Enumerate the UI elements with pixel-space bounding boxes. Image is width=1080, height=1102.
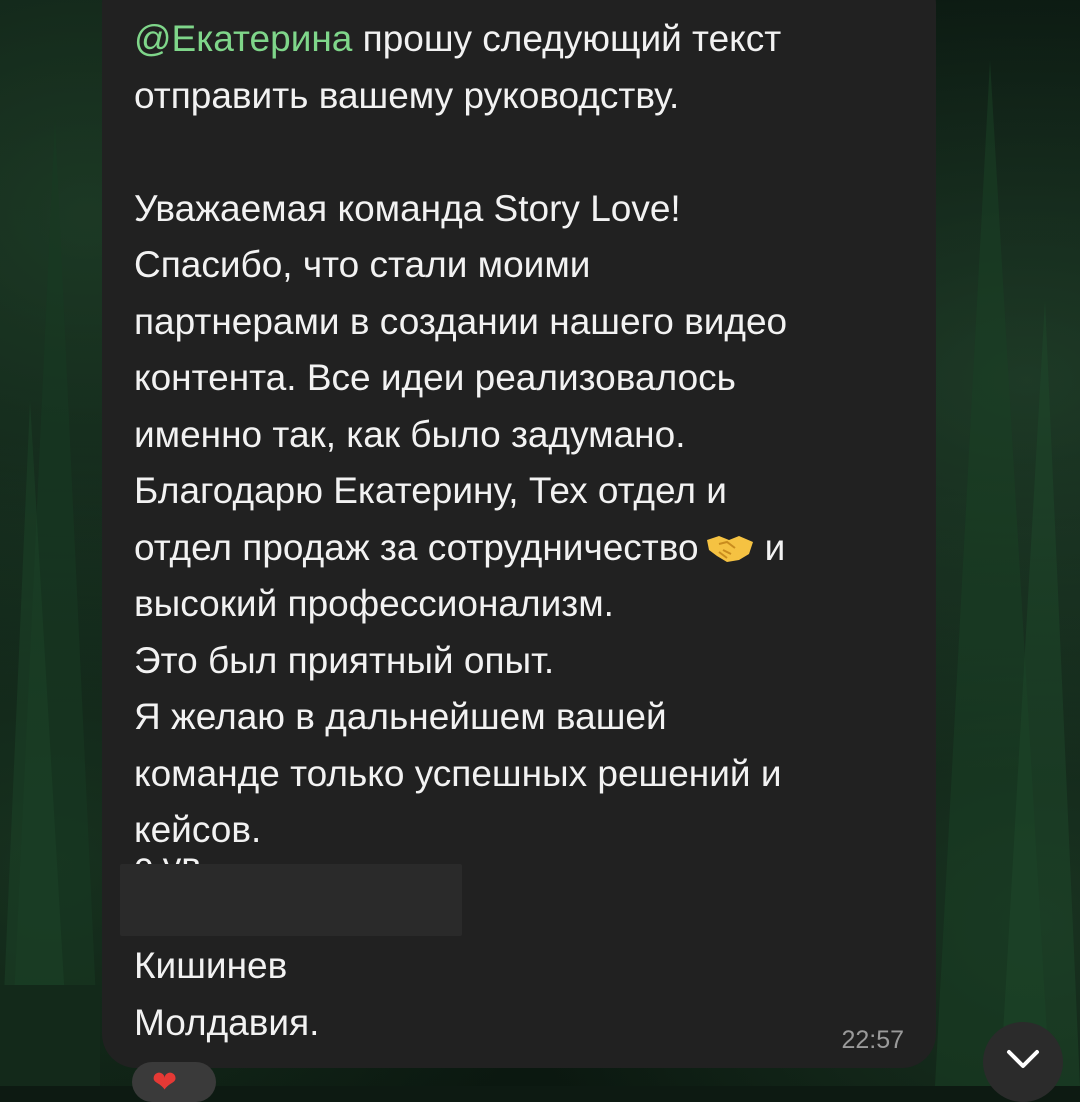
message-line: прошу следующий текст	[352, 18, 782, 59]
forest-trees-right	[935, 60, 1080, 1086]
signoff-text: с ув.	[134, 838, 211, 864]
forest-trees-left	[0, 120, 100, 1086]
message-line: Я желаю в дальнейшем вашей	[134, 696, 667, 737]
message-line: Уважаемая команда Story Love!	[134, 187, 681, 229]
message-line: команде только успешных решений и	[134, 752, 782, 794]
message-line: контента. Все идеи реализовалось	[134, 357, 736, 398]
background-panel	[0, 985, 100, 1086]
message-text: @Екатерина прошу следующий текст отправит…	[134, 11, 924, 859]
mention-link[interactable]: @Екатерина	[134, 18, 352, 59]
message-line: отдел продаж за сотрудничество	[134, 526, 699, 568]
message-line: Благодарю Екатерину, Тех отдел и	[134, 470, 727, 511]
chevron-down-icon	[1007, 1050, 1039, 1068]
message-line: кейсов.	[134, 809, 262, 850]
message-line: высокий профессионализм.	[134, 583, 614, 624]
message-line: Это был приятный опыт.	[134, 639, 555, 681]
heart-icon: ❤	[152, 1066, 178, 1099]
message-line: Спасибо, что стали моими	[134, 244, 591, 285]
handshake-emoji	[706, 535, 753, 562]
message-line: отправить вашему руководству.	[134, 74, 680, 116]
message-line: и	[764, 526, 786, 568]
message-line: партнерами в создании нашего видео	[134, 300, 788, 342]
signature: Кишинев Молдавия.	[134, 937, 319, 1051]
message-timestamp: 22:57	[841, 1026, 904, 1054]
redacted-block	[120, 864, 462, 936]
scroll-down-button[interactable]	[983, 1022, 1063, 1102]
country-text: Молдавия.	[134, 1002, 320, 1043]
reaction-badge[interactable]: ❤	[132, 1062, 216, 1102]
city-text: Кишинев	[134, 945, 288, 986]
message-line: именно так, как было задумано.	[134, 413, 686, 455]
